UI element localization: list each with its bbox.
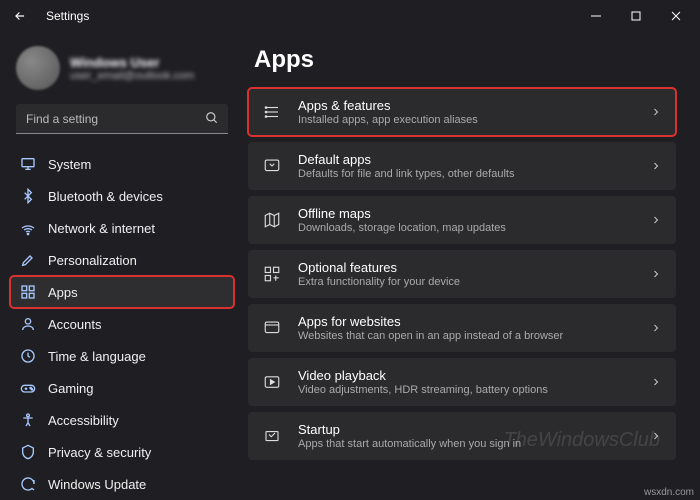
card-title: Apps for websites <box>298 314 634 329</box>
window-controls <box>576 0 696 32</box>
sidebar: Windows User user_email@outlook.com Syst… <box>0 32 240 500</box>
search-icon <box>205 111 219 125</box>
network-icon <box>20 220 36 236</box>
attribution: wsxdn.com <box>644 487 694 498</box>
sidebar-item-label: Accessibility <box>48 413 119 428</box>
card-body: Offline mapsDownloads, storage location,… <box>298 206 634 234</box>
card-subtitle: Video adjustments, HDR streaming, batter… <box>298 384 634 396</box>
sidebar-item-label: System <box>48 157 91 172</box>
window-title: Settings <box>46 9 89 23</box>
sidebar-item-system[interactable]: System <box>10 148 234 180</box>
apps-websites-icon <box>262 319 282 337</box>
main-panel: Apps Apps & featuresInstalled apps, app … <box>240 32 700 500</box>
chevron-right-icon <box>650 214 662 226</box>
sidebar-item-privacy[interactable]: Privacy & security <box>10 436 234 468</box>
sidebar-item-personalization[interactable]: Personalization <box>10 244 234 276</box>
card-offline-maps[interactable]: Offline mapsDownloads, storage location,… <box>248 196 676 244</box>
card-title: Video playback <box>298 368 634 383</box>
sidebar-item-label: Windows Update <box>48 477 146 492</box>
gaming-icon <box>20 380 36 396</box>
sidebar-item-apps[interactable]: Apps <box>10 276 234 308</box>
card-startup[interactable]: StartupApps that start automatically whe… <box>248 412 676 460</box>
sidebar-item-accessibility[interactable]: Accessibility <box>10 404 234 436</box>
maximize-button[interactable] <box>616 0 656 32</box>
card-title: Optional features <box>298 260 634 275</box>
card-body: Default appsDefaults for file and link t… <box>298 152 634 180</box>
offline-maps-icon <box>262 211 282 229</box>
card-optional-features[interactable]: Optional featuresExtra functionality for… <box>248 250 676 298</box>
card-default-apps[interactable]: Default appsDefaults for file and link t… <box>248 142 676 190</box>
sidebar-item-time[interactable]: Time & language <box>10 340 234 372</box>
back-button[interactable] <box>4 0 36 32</box>
titlebar: Settings <box>0 0 700 32</box>
search-wrap <box>16 104 228 134</box>
close-icon <box>671 11 681 21</box>
sidebar-item-label: Personalization <box>48 253 137 268</box>
arrow-left-icon <box>13 9 27 23</box>
search-input[interactable] <box>16 104 228 134</box>
sidebar-item-label: Accounts <box>48 317 101 332</box>
time-icon <box>20 348 36 364</box>
sidebar-item-bluetooth[interactable]: Bluetooth & devices <box>10 180 234 212</box>
apps-features-icon <box>262 103 282 121</box>
accessibility-icon <box>20 412 36 428</box>
page-title: Apps <box>254 46 676 74</box>
sidebar-item-label: Gaming <box>48 381 94 396</box>
card-subtitle: Extra functionality for your device <box>298 276 634 288</box>
optional-features-icon <box>262 265 282 283</box>
minimize-icon <box>591 11 601 21</box>
card-subtitle: Defaults for file and link types, other … <box>298 168 634 180</box>
card-body: Optional featuresExtra functionality for… <box>298 260 634 288</box>
personalization-icon <box>20 252 36 268</box>
card-title: Offline maps <box>298 206 634 221</box>
chevron-right-icon <box>650 268 662 280</box>
apps-icon <box>20 284 36 300</box>
card-body: Video playbackVideo adjustments, HDR str… <box>298 368 634 396</box>
card-apps-features[interactable]: Apps & featuresInstalled apps, app execu… <box>248 88 676 136</box>
card-title: Startup <box>298 422 634 437</box>
card-subtitle: Installed apps, app execution aliases <box>298 114 634 126</box>
user-name: Windows User <box>70 55 194 70</box>
card-subtitle: Downloads, storage location, map updates <box>298 222 634 234</box>
sidebar-item-label: Time & language <box>48 349 146 364</box>
card-subtitle: Apps that start automatically when you s… <box>298 438 634 450</box>
system-icon <box>20 156 36 172</box>
card-body: Apps for websitesWebsites that can open … <box>298 314 634 342</box>
default-apps-icon <box>262 157 282 175</box>
sidebar-item-label: Network & internet <box>48 221 155 236</box>
sidebar-item-gaming[interactable]: Gaming <box>10 372 234 404</box>
bluetooth-icon <box>20 188 36 204</box>
chevron-right-icon <box>650 106 662 118</box>
card-apps-websites[interactable]: Apps for websitesWebsites that can open … <box>248 304 676 352</box>
minimize-button[interactable] <box>576 0 616 32</box>
accounts-icon <box>20 316 36 332</box>
sidebar-item-update[interactable]: Windows Update <box>10 468 234 500</box>
chevron-right-icon <box>650 376 662 388</box>
sidebar-item-label: Bluetooth & devices <box>48 189 163 204</box>
chevron-right-icon <box>650 430 662 442</box>
maximize-icon <box>631 11 641 21</box>
update-icon <box>20 476 36 492</box>
sidebar-item-accounts[interactable]: Accounts <box>10 308 234 340</box>
avatar <box>16 46 60 90</box>
chevron-right-icon <box>650 322 662 334</box>
card-video-playback[interactable]: Video playbackVideo adjustments, HDR str… <box>248 358 676 406</box>
card-title: Apps & features <box>298 98 634 113</box>
nav-list: System Bluetooth & devices Network & inter… <box>10 148 234 500</box>
privacy-icon <box>20 444 36 460</box>
card-title: Default apps <box>298 152 634 167</box>
sidebar-item-label: Apps <box>48 285 78 300</box>
startup-icon <box>262 427 282 445</box>
user-block[interactable]: Windows User user_email@outlook.com <box>10 40 234 104</box>
video-playback-icon <box>262 373 282 391</box>
cards-list: Apps & featuresInstalled apps, app execu… <box>248 88 676 460</box>
card-subtitle: Websites that can open in an app instead… <box>298 330 634 342</box>
user-email: user_email@outlook.com <box>70 70 194 82</box>
sidebar-item-network[interactable]: Network & internet <box>10 212 234 244</box>
sidebar-item-label: Privacy & security <box>48 445 151 460</box>
card-body: StartupApps that start automatically whe… <box>298 422 634 450</box>
close-button[interactable] <box>656 0 696 32</box>
card-body: Apps & featuresInstalled apps, app execu… <box>298 98 634 126</box>
chevron-right-icon <box>650 160 662 172</box>
